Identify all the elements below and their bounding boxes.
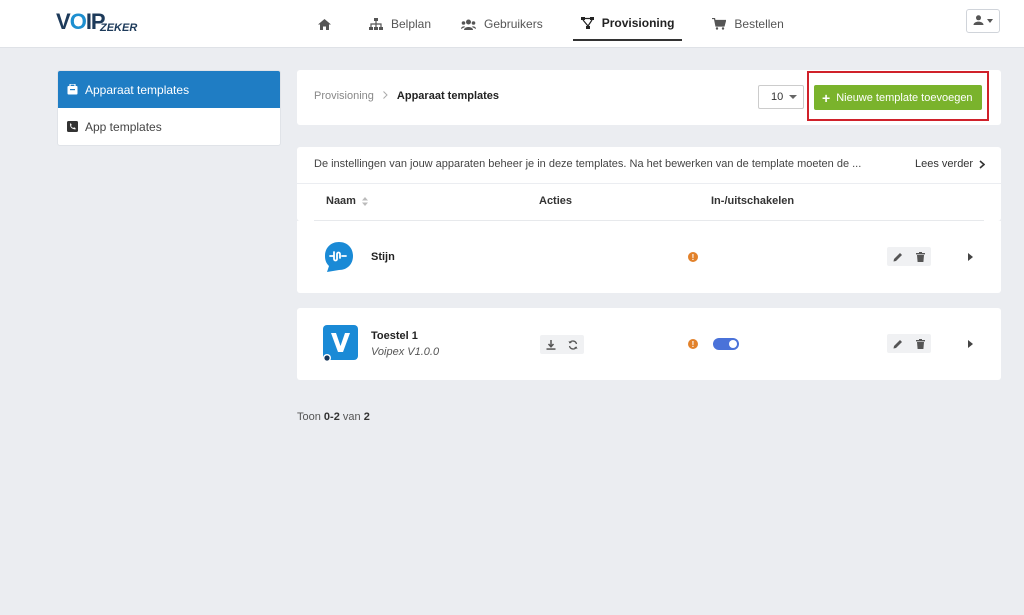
nav-provisioning[interactable]: Provisioning (563, 0, 693, 48)
nav-bestellen[interactable]: Bestellen (702, 0, 793, 48)
sidebar-item-apparaat-templates[interactable]: Apparaat templates (58, 71, 280, 108)
breadcrumb: Provisioning Apparaat templates (314, 90, 499, 102)
page-size-select[interactable]: 10 (758, 85, 804, 109)
caret-down-icon (789, 95, 797, 99)
chevron-right-icon (979, 159, 986, 169)
nav-bestellen-label: Bestellen (734, 17, 784, 31)
users-icon (461, 19, 477, 30)
pager-mid: van (342, 411, 361, 423)
toggle-knob (729, 340, 737, 348)
plus-icon: + (822, 89, 831, 106)
column-acties: Acties (539, 195, 572, 207)
main-nav: Belplan Gebruikers Provisioning Bestelle… (308, 0, 804, 48)
network-icon (580, 17, 594, 29)
nav-belplan[interactable]: Belplan (359, 0, 441, 48)
row-actions (540, 335, 584, 354)
column-in-uitschakelen: In-/uitschakelen (711, 195, 794, 207)
refresh-button[interactable] (562, 335, 584, 354)
speech-bubble-avatar-icon (322, 240, 356, 274)
sidebar-item-app-templates[interactable]: App templates (58, 108, 280, 145)
delete-button[interactable] (909, 247, 931, 266)
divider (297, 183, 1001, 184)
nav-provisioning-label: Provisioning (601, 16, 675, 30)
cart-icon (712, 18, 727, 30)
sidebar-item-label: Apparaat templates (85, 82, 190, 97)
row-actions (887, 247, 931, 266)
table-row[interactable]: Stijn ! (297, 221, 1001, 293)
breadcrumb-current: Apparaat templates (396, 90, 500, 102)
nav-gebruikers[interactable]: Gebruikers (451, 0, 553, 48)
column-label: Naam (326, 195, 356, 207)
add-template-label: Nieuwe template toevoegen (836, 91, 973, 104)
read-more-link[interactable]: Lees verder (915, 158, 986, 170)
folder-icon (67, 84, 78, 95)
column-label: Acties (539, 195, 573, 207)
user-menu-button[interactable] (966, 9, 1000, 33)
add-template-button[interactable]: + Nieuwe template toevoegen (814, 85, 982, 110)
delete-button[interactable] (909, 334, 931, 353)
pager-total: 2 (363, 411, 370, 423)
pager-range: 0-2 (323, 411, 340, 423)
home-icon (318, 18, 331, 30)
info-text: De instellingen van jouw apparaten behee… (314, 158, 862, 170)
enable-toggle[interactable] (713, 338, 739, 350)
logo-main: VOIP (56, 9, 106, 34)
voipzeker-logo[interactable]: VOIP ZEKER (56, 9, 146, 35)
chevron-down-icon (987, 19, 993, 23)
row-name: Toestel 1 (371, 330, 418, 342)
templates-list-header: De instellingen van jouw apparaten behee… (297, 147, 1001, 221)
edit-button[interactable] (887, 247, 909, 266)
read-more-label: Lees verder (915, 158, 974, 170)
row-name: Stijn (371, 251, 395, 263)
expand-icon[interactable] (968, 340, 973, 348)
table-row[interactable]: Toestel 1 Voipex V1.0.0 ! (297, 308, 1001, 380)
row-subtitle: Voipex V1.0.0 (371, 346, 440, 358)
warning-icon: ! (688, 252, 698, 262)
nav-belplan-label: Belplan (391, 17, 432, 31)
logo-sub: ZEKER (100, 22, 138, 34)
column-label: In-/uitschakelen (711, 195, 795, 207)
top-navigation-bar: VOIP ZEKER Belplan Gebruikers Provisioni… (0, 0, 1024, 48)
warning-icon: ! (688, 339, 698, 349)
expand-icon[interactable] (968, 253, 973, 261)
phone-square-icon (67, 121, 78, 132)
header-card: Provisioning Apparaat templates 10 + Nie… (297, 70, 1001, 125)
sidebar: Apparaat templates App templates (57, 70, 281, 146)
breadcrumb-provisioning[interactable]: Provisioning (314, 90, 374, 102)
user-icon (973, 14, 984, 28)
chevron-right-icon (383, 90, 388, 102)
edit-button[interactable] (887, 334, 909, 353)
nav-home[interactable] (308, 0, 349, 48)
sitemap-icon (369, 18, 383, 30)
pager-prefix: Toon (297, 411, 321, 423)
download-button[interactable] (540, 335, 562, 354)
column-naam[interactable]: Naam (326, 195, 368, 207)
page-size-value: 10 (771, 91, 784, 103)
row-actions (887, 334, 931, 353)
voipex-logo-icon (322, 325, 358, 362)
sidebar-item-label: App templates (85, 119, 162, 134)
sort-icon (361, 196, 368, 206)
nav-provisioning-tab: Provisioning (572, 7, 683, 41)
pagination-summary: Toon 0-2 van 2 (297, 411, 370, 423)
nav-gebruikers-label: Gebruikers (484, 17, 543, 31)
